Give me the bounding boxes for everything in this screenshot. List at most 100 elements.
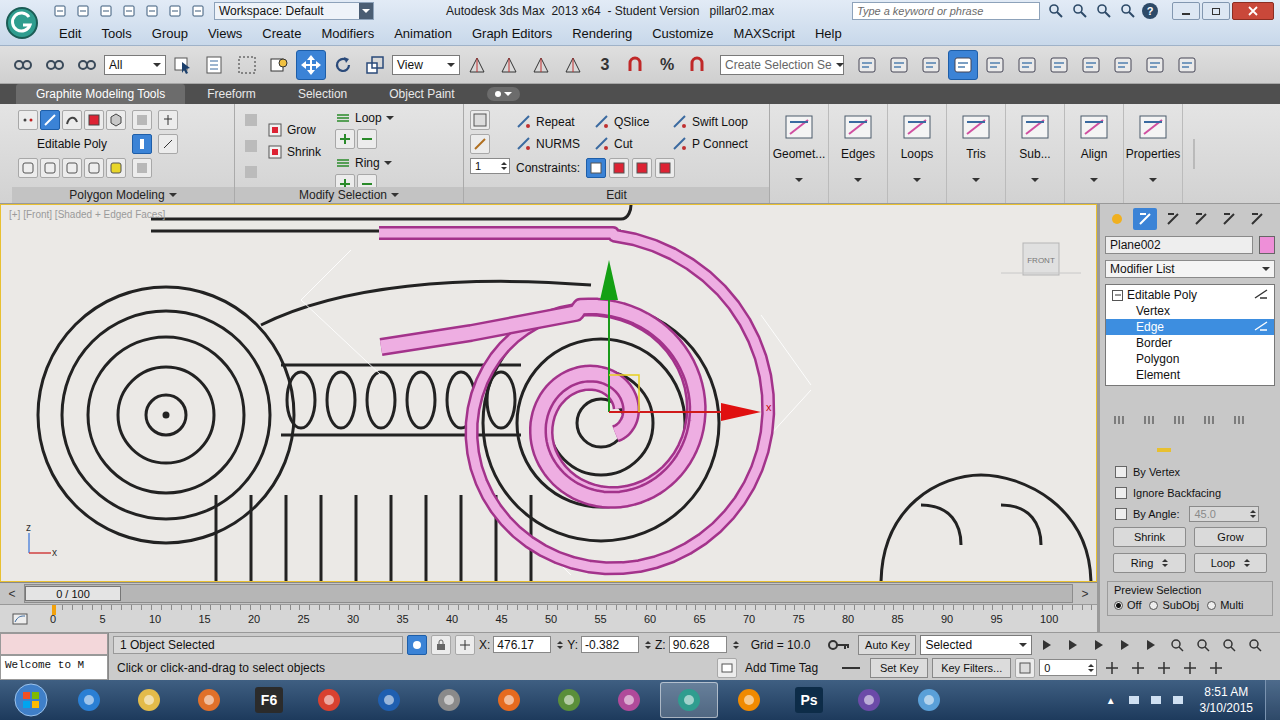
selected-edge-strip[interactable] (379, 233, 768, 568)
navigation-icon[interactable] (1244, 636, 1266, 654)
explorer-taskbar-button[interactable] (120, 682, 178, 718)
ribbon-toggle-icon[interactable] (487, 87, 520, 101)
selection-dropdown[interactable]: Ring (335, 155, 394, 171)
quick-access-icon[interactable] (142, 2, 162, 20)
navigation-icon[interactable] (1166, 636, 1188, 654)
edit-button[interactable]: Repeat (516, 114, 590, 130)
angle-spinner[interactable]: 45.0 (1189, 506, 1259, 522)
tray-overflow-button[interactable]: ▲ (1100, 695, 1122, 706)
pin-icon[interactable] (158, 110, 178, 130)
infocenter-icon[interactable] (1070, 2, 1090, 20)
stack-item[interactable]: Element (1106, 367, 1274, 383)
collapse-icon[interactable] (132, 158, 152, 178)
show-desktop-button[interactable] (1265, 680, 1280, 720)
object-name-field[interactable]: Plane002 (1105, 236, 1253, 254)
playback-icon[interactable] (1088, 636, 1110, 654)
selection-button[interactable]: Grow (1194, 527, 1267, 547)
menu-item[interactable]: Tools (92, 24, 142, 43)
link-icon[interactable] (72, 50, 102, 80)
viewcube[interactable]: FRONT (1001, 243, 1081, 275)
small-icon[interactable] (241, 162, 261, 182)
menu-item[interactable]: Rendering (563, 24, 643, 43)
quick-access-icon[interactable] (119, 2, 139, 20)
search-field[interactable]: Type a keyword or phrase (852, 2, 1040, 20)
magnet-icon[interactable] (620, 50, 650, 80)
playback-icon[interactable] (1036, 636, 1058, 654)
constraint-icon[interactable] (655, 158, 675, 178)
ribbon-tab[interactable]: Selection (278, 84, 367, 104)
vlc-taskbar-button[interactable] (720, 682, 778, 718)
edit-button[interactable]: P Connect (672, 136, 772, 152)
element-mode-button[interactable] (106, 110, 126, 130)
infocenter-icon[interactable] (1046, 2, 1066, 20)
modeling-icon[interactable] (84, 158, 104, 178)
viewport-nav-icon[interactable] (1153, 659, 1175, 677)
ribbon-big-button[interactable]: Properties (1124, 104, 1183, 203)
app3-taskbar-button[interactable] (840, 682, 898, 718)
selection-filter-dropdown[interactable]: All (104, 55, 166, 75)
ribbon-tab[interactable]: Freeform (187, 84, 276, 104)
infocenter-icon[interactable] (1094, 2, 1114, 20)
object-color-swatch[interactable] (1259, 236, 1275, 254)
ribbon-tab[interactable]: Object Paint (369, 84, 474, 104)
modeling-icon[interactable] (106, 158, 126, 178)
option-checkbox[interactable]: By Vertex (1105, 462, 1275, 481)
help-button[interactable]: ? (1142, 3, 1158, 19)
select-tool[interactable] (168, 50, 198, 80)
ribbon-big-button[interactable]: Tris (947, 104, 1006, 203)
stack-tool-icon[interactable] (1169, 410, 1189, 430)
transform-mode-icon[interactable] (455, 635, 475, 655)
viewport-nav-icon[interactable] (1127, 659, 1149, 677)
pivot-icon[interactable] (558, 50, 588, 80)
edit-button[interactable]: Swift Loop (672, 114, 772, 130)
max-taskbar-button[interactable] (660, 682, 718, 718)
coordinate-field[interactable]: Z:90.628 (655, 636, 739, 653)
rotate-tool[interactable] (328, 50, 358, 80)
key-icon[interactable] (824, 639, 854, 651)
playback-icon[interactable] (1062, 636, 1084, 654)
constraint-icon[interactable] (609, 158, 629, 178)
maxscript-listener[interactable]: Welcome to M (0, 633, 109, 680)
viewport-nav-icon[interactable] (1101, 659, 1123, 677)
navigation-icon[interactable] (1192, 636, 1214, 654)
media-taskbar-button[interactable] (180, 682, 238, 718)
stack-tool-icon[interactable] (1139, 410, 1159, 430)
ribbon-options-icon[interactable] (1183, 104, 1205, 203)
time-tag-icon[interactable] (717, 658, 737, 678)
tweak-icon[interactable] (470, 134, 490, 154)
tray-icon[interactable] (1168, 693, 1188, 707)
menu-item[interactable]: Graph Editors (463, 24, 563, 43)
border-mode-button[interactable] (62, 110, 82, 130)
panel-title[interactable]: Edit (464, 187, 769, 203)
link-icon[interactable] (40, 50, 70, 80)
command-tab-icon[interactable] (1245, 208, 1269, 230)
key-filters-button[interactable]: Key Filters... (932, 658, 1011, 678)
command-tab-icon[interactable] (1133, 208, 1157, 230)
modeling-icon[interactable] (62, 158, 82, 178)
menu-item[interactable]: Customize (643, 24, 724, 43)
modeling-icon[interactable] (18, 158, 38, 178)
toolbar-icon[interactable] (980, 50, 1010, 80)
quick-access-icon[interactable] (165, 2, 185, 20)
toolbar-icon[interactable] (1108, 50, 1138, 80)
current-frame-marker[interactable] (52, 605, 56, 615)
toolbar-icon[interactable] (1044, 50, 1074, 80)
time-config-icon[interactable] (1015, 658, 1035, 678)
crossing-tool[interactable] (264, 50, 294, 80)
chrome-taskbar-button[interactable] (300, 682, 358, 718)
ribbon-tab[interactable]: Graphite Modeling Tools (16, 84, 185, 104)
selection-dropdown[interactable]: Loop (335, 110, 394, 126)
edit-button[interactable]: QSlice (594, 114, 668, 130)
snap-toggle[interactable]: % (652, 50, 682, 80)
next-frame-button[interactable]: > (1077, 587, 1093, 601)
menu-item[interactable]: Help (806, 24, 853, 43)
quick-access-icon[interactable] (73, 2, 93, 20)
app-menu-button[interactable] (0, 0, 44, 45)
track-bar[interactable]: 0510152025303540455055606570758085909510… (0, 604, 1097, 632)
previous-frame-button[interactable]: < (4, 587, 20, 601)
grow-icon[interactable] (335, 129, 355, 149)
ps-taskbar-button[interactable]: Ps (780, 682, 838, 718)
select-by-name-tool[interactable] (200, 50, 230, 80)
option-checkbox[interactable]: Ignore Backfacing (1105, 483, 1275, 502)
menu-item[interactable]: MAXScript (725, 24, 806, 43)
